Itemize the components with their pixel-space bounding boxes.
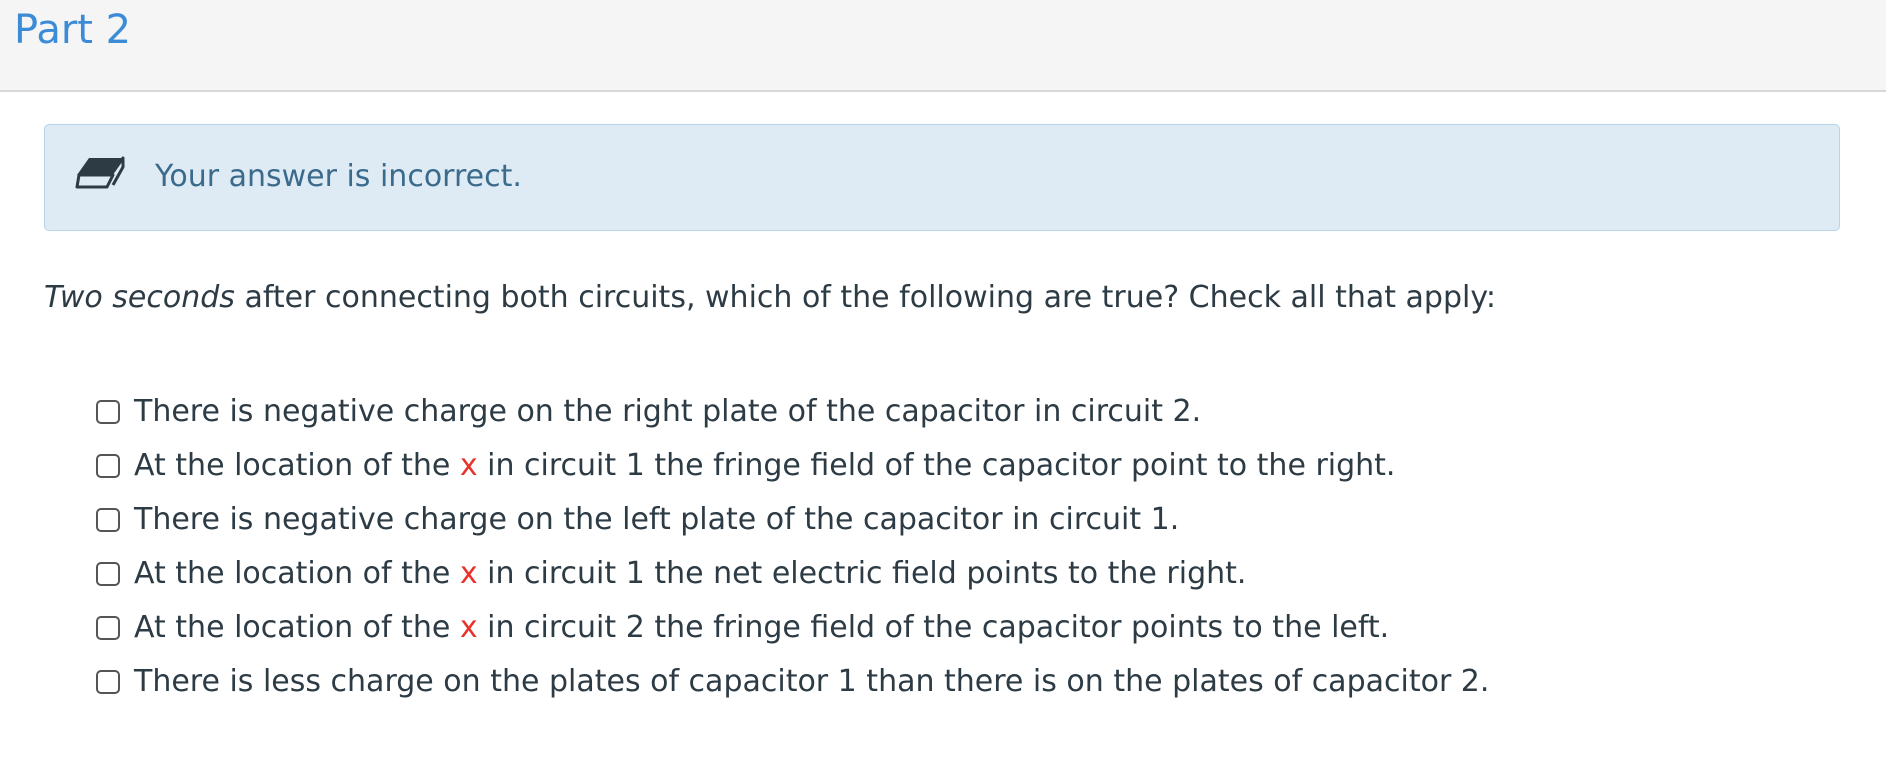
answer-checkbox[interactable] xyxy=(96,454,120,478)
answer-option[interactable]: At the location of the x in circuit 2 th… xyxy=(96,601,1489,655)
answer-checkbox[interactable] xyxy=(96,670,120,694)
answer-label[interactable]: There is negative charge on the right pl… xyxy=(134,392,1201,432)
answer-checkbox[interactable] xyxy=(96,562,120,586)
x-marker: x xyxy=(459,556,478,591)
question-emphasis: Two seconds xyxy=(44,280,235,315)
answer-option[interactable]: At the location of the x in circuit 1 th… xyxy=(96,439,1489,493)
answer-option[interactable]: At the location of the x in circuit 1 th… xyxy=(96,547,1489,601)
answer-checkbox[interactable] xyxy=(96,508,120,532)
question-text: Two seconds after connecting both circui… xyxy=(44,278,1496,318)
part-header: Part 2 xyxy=(0,0,1886,92)
answer-label[interactable]: At the location of the x in circuit 1 th… xyxy=(134,446,1395,486)
answer-checkbox[interactable] xyxy=(96,400,120,424)
answer-label[interactable]: There is less charge on the plates of ca… xyxy=(134,662,1489,702)
answer-checkbox[interactable] xyxy=(96,616,120,640)
answer-option[interactable]: There is negative charge on the right pl… xyxy=(96,385,1489,439)
answer-label[interactable]: At the location of the x in circuit 1 th… xyxy=(134,554,1246,594)
feedback-message: Your answer is incorrect. xyxy=(155,159,522,194)
answer-option[interactable]: There is less charge on the plates of ca… xyxy=(96,655,1489,709)
x-marker: x xyxy=(459,448,478,483)
part-title: Part 2 xyxy=(14,7,132,53)
answer-options: There is negative charge on the right pl… xyxy=(96,385,1489,709)
answer-label[interactable]: There is negative charge on the left pla… xyxy=(134,500,1179,540)
x-marker: x xyxy=(459,610,478,645)
answer-label[interactable]: At the location of the x in circuit 2 th… xyxy=(134,608,1389,648)
feedback-alert: Your answer is incorrect. xyxy=(44,124,1840,231)
eraser-icon xyxy=(75,156,125,189)
answer-option[interactable]: There is negative charge on the left pla… xyxy=(96,493,1489,547)
question-body: after connecting both circuits, which of… xyxy=(234,280,1497,315)
